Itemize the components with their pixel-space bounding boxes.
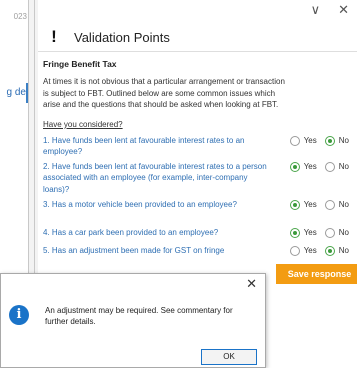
header-divider bbox=[38, 51, 357, 52]
yes-label: Yes bbox=[303, 227, 317, 237]
question-row-2: 2. Have funds been lent at favourable in… bbox=[43, 161, 349, 195]
save-response-button[interactable]: Save response bbox=[276, 264, 357, 284]
no-label: No bbox=[338, 227, 349, 237]
question-row-4: 4. Has a car park been provided to an em… bbox=[43, 227, 349, 239]
yes-radio-icon[interactable] bbox=[289, 245, 300, 256]
yes-label: Yes bbox=[303, 161, 317, 171]
no-radio-icon[interactable] bbox=[324, 161, 335, 172]
no-radio-icon[interactable] bbox=[324, 227, 335, 238]
panel-title: Validation Points bbox=[74, 29, 170, 45]
ok-button[interactable]: OK bbox=[201, 349, 257, 365]
close-icon[interactable]: ✕ bbox=[338, 0, 349, 20]
yes-no-group: Yes No bbox=[284, 227, 349, 239]
intro-text: At times it is not obvious that a partic… bbox=[43, 77, 285, 110]
yes-no-group: Yes No bbox=[284, 199, 349, 211]
question-list: 1. Have funds been lent at favourable in… bbox=[43, 135, 349, 257]
yes-radio-icon[interactable] bbox=[289, 135, 300, 146]
no-radio-icon[interactable] bbox=[324, 135, 335, 146]
no-radio-icon[interactable] bbox=[324, 199, 335, 210]
section-title: Fringe Benefit Tax bbox=[43, 59, 117, 69]
yes-label: Yes bbox=[303, 135, 317, 145]
question-row-3: 3. Has a motor vehicle been provided to … bbox=[43, 199, 349, 221]
question-text[interactable]: 2. Have funds been lent at favourable in… bbox=[43, 161, 273, 196]
panel-content: Fringe Benefit Tax At times it is not ob… bbox=[43, 56, 349, 257]
question-row-5: 5. Has an adjustment been made for GST o… bbox=[43, 245, 349, 257]
no-radio-icon[interactable] bbox=[324, 245, 335, 256]
no-label: No bbox=[338, 135, 349, 145]
yes-label: Yes bbox=[303, 199, 317, 209]
question-text[interactable]: 3. Has a motor vehicle been provided to … bbox=[43, 199, 273, 211]
yes-no-group: Yes No bbox=[284, 161, 349, 173]
no-label: No bbox=[338, 161, 349, 171]
no-label: No bbox=[338, 245, 349, 255]
dialog-close-icon[interactable]: ✕ bbox=[246, 276, 257, 292]
yes-radio-icon[interactable] bbox=[289, 161, 300, 172]
yes-no-group: Yes No bbox=[284, 135, 349, 147]
have-considered-heading: Have you considered? bbox=[43, 119, 123, 129]
yes-no-group: Yes No bbox=[284, 245, 349, 257]
dialog-message: An adjustment may be required. See comme… bbox=[45, 306, 233, 326]
question-row-1: 1. Have funds been lent at favourable in… bbox=[43, 135, 349, 157]
no-label: No bbox=[338, 199, 349, 209]
window-controls: ∨ ✕ bbox=[311, 0, 349, 20]
yes-label: Yes bbox=[303, 245, 317, 255]
question-text[interactable]: 5. Has an adjustment been made for GST o… bbox=[43, 245, 273, 257]
year-fragment: 023 bbox=[13, 12, 27, 21]
info-icon: i bbox=[9, 305, 29, 325]
background-tab-fragment[interactable]: g de bbox=[0, 83, 28, 103]
minimize-icon[interactable]: ∨ bbox=[311, 0, 321, 20]
question-text[interactable]: 4. Has a car park been provided to an em… bbox=[43, 227, 273, 239]
yes-radio-icon[interactable] bbox=[289, 227, 300, 238]
message-dialog: ✕ i An adjustment may be required. See c… bbox=[0, 273, 266, 368]
exclamation-icon: ! bbox=[51, 27, 57, 46]
question-text[interactable]: 1. Have funds been lent at favourable in… bbox=[43, 135, 273, 158]
yes-radio-icon[interactable] bbox=[289, 199, 300, 210]
panel-header: ! Validation Points bbox=[38, 24, 357, 50]
